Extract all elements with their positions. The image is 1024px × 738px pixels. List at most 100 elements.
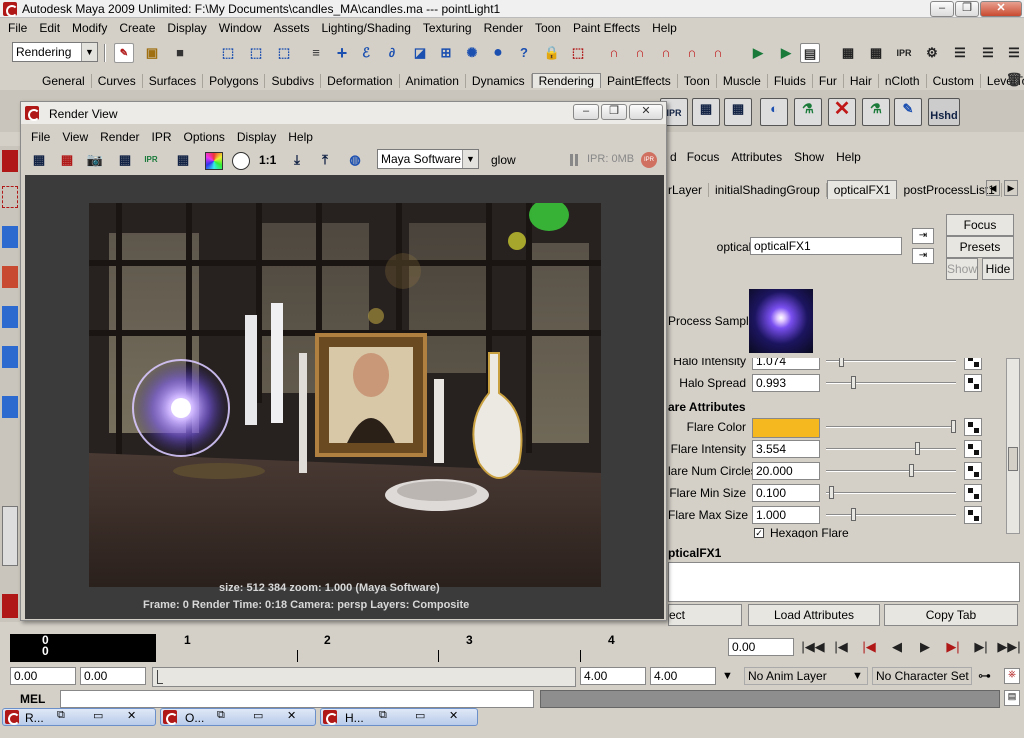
node-name-field[interactable]: opticalFX1 [750, 237, 902, 255]
rv-menu-display[interactable]: Display [231, 130, 282, 144]
range-start-field[interactable]: 0.00 [80, 667, 146, 685]
ae-menu-focus[interactable]: Focus [681, 150, 726, 164]
handle-icon[interactable]: ℰ [356, 43, 376, 63]
move-icon[interactable]: + [332, 43, 352, 63]
open-scene-icon[interactable]: ▣ [142, 43, 162, 63]
anim-layer-dropdown[interactable]: No Anim Layer [744, 667, 868, 685]
shelf-tab-surfaces[interactable]: Surfaces [143, 74, 204, 88]
surface-icon[interactable]: ◪ [410, 43, 430, 63]
render-view-icon[interactable]: ▦ [866, 43, 886, 63]
ipr-render-icon[interactable]: IPR [141, 150, 161, 170]
ae-menu-help[interactable]: Help [830, 150, 867, 164]
ae-menu-attributes[interactable]: Attributes [725, 150, 788, 164]
rv-menu-options[interactable]: Options [178, 130, 231, 144]
step-back-key-icon[interactable]: |◀ [856, 636, 882, 658]
menu-texturing[interactable]: Texturing [417, 21, 478, 35]
render-region-icon[interactable]: ▦ [57, 150, 77, 170]
attr-slider[interactable] [826, 505, 956, 525]
range-slider-handle[interactable] [157, 670, 163, 684]
shelf-tab-custom[interactable]: Custom [927, 74, 981, 88]
input-ops-icon[interactable]: ▶ [748, 43, 768, 63]
maximize-icon[interactable]: ▭ [415, 709, 425, 722]
ae-tab-left-arrow[interactable]: ◀ [986, 180, 1000, 196]
shelf-break-link-icon[interactable]: ✕ [828, 98, 856, 126]
display-alpha-icon[interactable] [232, 152, 250, 170]
minimized-window-2[interactable]: O... ⧉ ▭ ✕ [160, 708, 316, 726]
menu-file[interactable]: File [2, 21, 33, 35]
ae-tab-right-arrow[interactable]: ▶ [1004, 180, 1018, 196]
current-time-field[interactable]: 0.00 [728, 638, 794, 656]
magnet-point-icon[interactable]: ∩ [656, 43, 676, 63]
select-hierarchy-icon[interactable]: ⬚ [218, 43, 238, 63]
renderer-dropdown[interactable]: Maya Software ▼ [377, 149, 479, 169]
rv-menu-help[interactable]: Help [282, 130, 319, 144]
layer-editor-icon[interactable]: ☰ [1004, 43, 1024, 63]
select-object-icon[interactable]: ⬚ [246, 43, 266, 63]
remove-image-icon[interactable]: ⤒ [315, 150, 335, 170]
shelf-paint-icon[interactable]: ✎ [894, 98, 922, 126]
key-icon[interactable]: ⊶ [978, 668, 991, 684]
restore-icon[interactable]: ⧉ [217, 709, 225, 722]
layout-presets-icon[interactable] [2, 506, 18, 566]
load-attributes-button[interactable]: Load Attributes [748, 604, 880, 626]
ipr-redo-icon[interactable]: ▦ [115, 150, 135, 170]
notes-field[interactable] [668, 562, 1020, 602]
attr-value-field[interactable]: 1.074 [752, 358, 820, 370]
go-to-end-icon[interactable]: ▶▶| [996, 636, 1022, 658]
menu-display[interactable]: Display [161, 21, 212, 35]
shelf-hypershade-icon[interactable]: ◐ [760, 98, 788, 126]
channel-box-icon[interactable]: ☰ [950, 43, 970, 63]
rv-maximize-button[interactable]: ❐ [601, 104, 627, 120]
curve-icon[interactable]: ∂ [382, 43, 402, 63]
history-icon[interactable]: ▤ [800, 43, 820, 63]
restore-icon[interactable]: ⧉ [379, 709, 387, 722]
rv-minimize-button[interactable]: – [573, 104, 599, 120]
copy-tab-button[interactable]: Copy Tab [884, 604, 1018, 626]
flare-color-swatch[interactable] [752, 418, 820, 438]
rv-menu-file[interactable]: File [25, 130, 56, 144]
attr-slider[interactable] [826, 483, 956, 503]
attr-value-field[interactable]: 1.000 [752, 506, 820, 524]
focus-button[interactable]: Focus [946, 214, 1014, 236]
display-rgb-icon[interactable] [205, 152, 223, 170]
play-backward-icon[interactable]: ◀ [884, 636, 910, 658]
menu-edit[interactable]: Edit [33, 21, 66, 35]
map-button-icon[interactable] [964, 418, 982, 436]
menu-paint-effects[interactable]: Paint Effects [567, 21, 646, 35]
attr-slider[interactable] [826, 358, 956, 371]
show-button[interactable]: Show [946, 258, 978, 280]
maximize-button[interactable]: ❐ [955, 1, 979, 17]
dynamics-icon[interactable]: ✺ [462, 43, 482, 63]
close-icon[interactable]: ✕ [287, 709, 296, 722]
close-button[interactable]: ✕ [980, 1, 1022, 17]
ipr-render-icon[interactable]: IPR [894, 43, 914, 63]
scale-tool-icon[interactable] [2, 346, 18, 368]
maximize-icon[interactable]: ▭ [253, 709, 263, 722]
character-set-dropdown[interactable]: No Character Set [872, 667, 972, 685]
real-size-label[interactable]: 1:1 [259, 153, 276, 167]
restore-icon[interactable]: ⧉ [57, 709, 65, 722]
shelf-tab-toon[interactable]: Toon [678, 74, 717, 88]
select-tool-icon[interactable] [2, 150, 18, 172]
maximize-icon[interactable]: ▭ [93, 709, 103, 722]
range-end-field[interactable]: 4.00 [580, 667, 646, 685]
magnet-grid-icon[interactable]: ∩ [604, 43, 624, 63]
attr-slider[interactable] [826, 373, 956, 393]
input-connections-icon[interactable]: ⇥ [912, 228, 934, 244]
rv-close-button[interactable]: ✕ [629, 104, 663, 120]
menu-create[interactable]: Create [113, 21, 161, 35]
shelf-render-settings-icon[interactable]: ▦ [724, 98, 752, 126]
presets-button[interactable]: Presets [946, 236, 1014, 258]
shelf-tab-muscle[interactable]: Muscle [717, 74, 768, 88]
shelf-light-icon[interactable]: ⚗ [794, 98, 822, 126]
keep-image-icon[interactable]: ⤓ [287, 150, 307, 170]
map-button-icon[interactable] [964, 358, 982, 370]
hide-button[interactable]: Hide [982, 258, 1014, 280]
menu-toon[interactable]: Toon [529, 21, 567, 35]
minimize-button[interactable]: – [930, 1, 954, 17]
menu-assets[interactable]: Assets [267, 21, 315, 35]
shelf-render-icon[interactable]: ▦ [692, 98, 720, 126]
step-back-icon[interactable]: |◀ [828, 636, 854, 658]
help-icon[interactable]: ? [514, 43, 534, 63]
minimized-window-3[interactable]: H... ⧉ ▭ ✕ [320, 708, 478, 726]
